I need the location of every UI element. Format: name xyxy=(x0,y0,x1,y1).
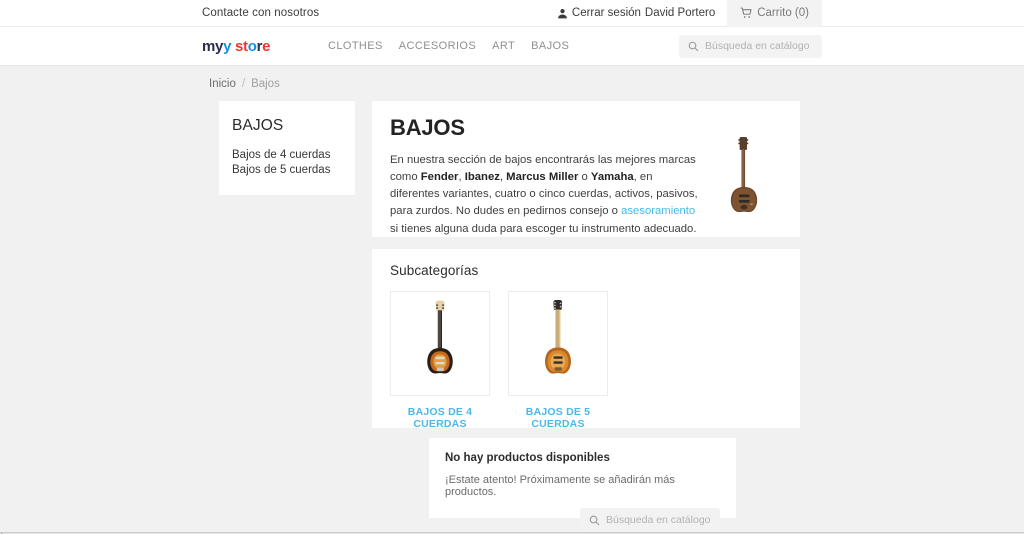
top-bar: Contacte con nosotros Cerrar sesión Davi… xyxy=(0,0,1024,27)
no-products-card: No hay productos disponibles ¡Estate ate… xyxy=(429,438,736,532)
breadcrumb: Inicio / Bajos xyxy=(209,78,280,90)
subcategories-heading: Subcategorías xyxy=(390,263,479,278)
site-logo[interactable]: myy store xyxy=(202,38,322,55)
bass-guitar-amber-icon xyxy=(545,299,571,374)
desc-seg-6: si tienes alguna duda para escoger tu in… xyxy=(390,222,697,235)
brand-yamaha: Yamaha xyxy=(590,171,634,184)
asesoramiento-link[interactable]: asesoramiento xyxy=(621,205,695,217)
top-bar-right: Cerrar sesión David Portero Carrito (0) xyxy=(557,0,822,27)
sidebar-title: BAJOS xyxy=(232,117,284,134)
category-description-card: BAJOS En nuestra sección de bajos encont… xyxy=(372,101,800,237)
main-navigation: CLOTHES ACCESORIOS ART BAJOS xyxy=(328,40,569,52)
subcategory-item-5-cuerdas: BAJOS DE 5 CUERDAS xyxy=(508,291,608,430)
sign-out-link[interactable]: Cerrar sesión xyxy=(572,7,641,19)
no-products-search-input[interactable]: Búsqueda en catálogo xyxy=(580,508,720,532)
subcategory-thumbnail-5-cuerdas[interactable] xyxy=(508,291,608,396)
brand-ibanez: Ibanez xyxy=(464,171,500,184)
header-search-wrapper: Búsqueda en catálogo xyxy=(679,34,822,58)
category-description-paragraph: En nuestra sección de bajos encontrarás … xyxy=(390,152,702,238)
bass-guitar-sunburst-icon xyxy=(427,300,453,373)
brand-fender: Fender xyxy=(420,171,459,184)
subcategory-thumbnail-4-cuerdas[interactable] xyxy=(390,291,490,396)
logo-part-e: e xyxy=(262,37,271,55)
search-icon xyxy=(688,41,699,52)
no-products-subtitle: ¡Estate atento! Próximamente se añadirán… xyxy=(445,474,675,498)
logo-part-my: my xyxy=(202,37,224,55)
logo-part-st: st xyxy=(231,37,248,55)
subcategory-link-4-cuerdas[interactable]: BAJOS DE 4 CUERDAS xyxy=(390,406,490,430)
brand-marcus-miller: Marcus Miller xyxy=(506,171,579,184)
top-bar-inner: Contacte con nosotros Cerrar sesión Davi… xyxy=(202,0,822,27)
breadcrumb-current: Bajos xyxy=(251,78,280,90)
user-icon xyxy=(557,8,568,19)
nav-item-clothes[interactable]: CLOTHES xyxy=(328,40,383,52)
category-hero-image xyxy=(706,133,782,237)
search-icon xyxy=(589,515,600,526)
nav-item-art[interactable]: ART xyxy=(492,40,515,52)
nav-item-bajos[interactable]: BAJOS xyxy=(531,40,569,52)
category-description-text: BAJOS En nuestra sección de bajos encont… xyxy=(390,115,702,237)
sidebar-item-bajos-4-cuerdas[interactable]: Bajos de 4 cuerdas xyxy=(219,147,355,162)
contact-us-link[interactable]: Contacte con nosotros xyxy=(202,7,319,19)
desc-seg-4: o xyxy=(578,171,591,184)
no-products-search-placeholder: Búsqueda en catálogo xyxy=(606,514,711,526)
cart-label: Carrito (0) xyxy=(757,7,809,19)
subcategory-link-5-cuerdas[interactable]: BAJOS DE 5 CUERDAS xyxy=(508,406,608,430)
no-products-title: No hay productos disponibles xyxy=(445,452,610,464)
header-search-input[interactable]: Búsqueda en catálogo xyxy=(679,34,822,58)
browser-viewport: Contacte con nosotros Cerrar sesión Davi… xyxy=(0,0,1024,534)
cart-button[interactable]: Carrito (0) xyxy=(727,0,822,27)
user-session-block: Cerrar sesión David Portero xyxy=(557,7,727,19)
subcategories-card: Subcategorías BAJOS DE 4 CUERDAS BAJOS D… xyxy=(372,249,800,430)
logo-part-y: y xyxy=(223,37,232,55)
breadcrumb-home[interactable]: Inicio xyxy=(209,78,236,90)
nav-item-accesorios[interactable]: ACCESORIOS xyxy=(399,40,476,52)
site-header-inner: myy store CLOTHES ACCESORIOS ART BAJOS B… xyxy=(202,27,822,65)
site-header: myy store CLOTHES ACCESORIOS ART BAJOS B… xyxy=(0,27,1024,66)
page-title: BAJOS xyxy=(390,115,465,140)
cart-icon xyxy=(740,7,752,19)
resize-grip[interactable] xyxy=(1,526,8,534)
user-name[interactable]: David Portero xyxy=(645,7,715,19)
header-search-placeholder: Búsqueda en catálogo xyxy=(705,40,810,52)
subcategories-grid: BAJOS DE 4 CUERDAS BAJOS DE 5 CUERDAS xyxy=(390,291,782,430)
subcategory-item-4-cuerdas: BAJOS DE 4 CUERDAS xyxy=(390,291,490,430)
bass-guitar-natural-icon xyxy=(730,137,758,213)
sidebar-list: Bajos de 4 cuerdas Bajos de 5 cuerdas xyxy=(219,147,355,177)
logo-part-o: o xyxy=(247,37,257,55)
no-products-search-wrapper: Búsqueda en catálogo xyxy=(445,508,720,532)
category-sidebar: BAJOS Bajos de 4 cuerdas Bajos de 5 cuer… xyxy=(219,101,355,195)
sidebar-item-bajos-5-cuerdas[interactable]: Bajos de 5 cuerdas xyxy=(219,162,355,177)
breadcrumb-separator: / xyxy=(241,78,246,90)
